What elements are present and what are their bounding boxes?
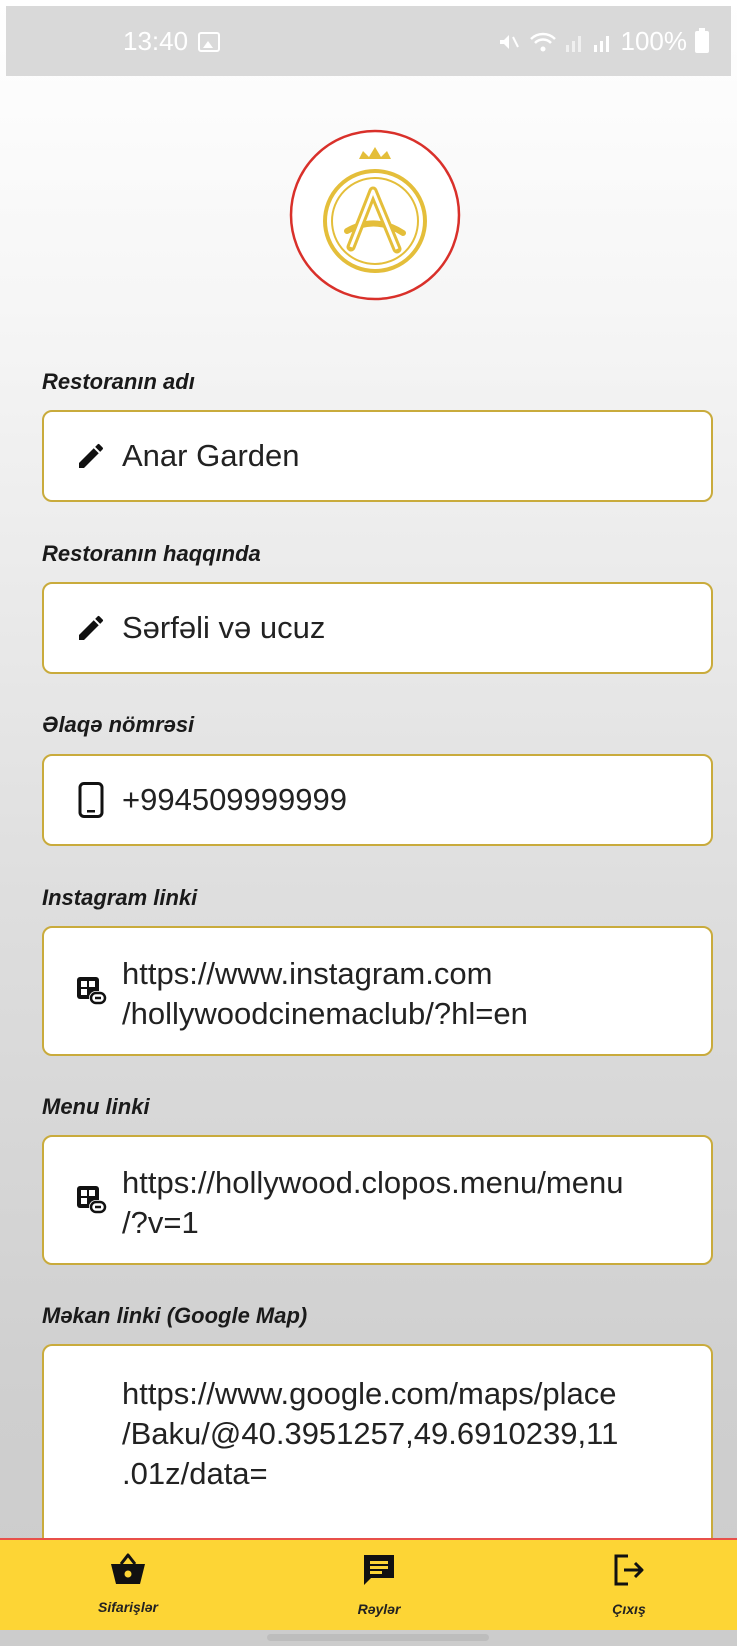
battery-percent: 100% <box>620 26 688 56</box>
nav-logout[interactable]: Çıxış <box>559 1552 699 1617</box>
status-time-group: 13:40 <box>123 26 221 57</box>
menu-line1: https://hollywood.clopos.menu/menu <box>122 1165 624 1200</box>
bottom-nav: Sifarişlər Rəylər Çıxış <box>0 1538 737 1630</box>
about-label: Restoranın haqqında <box>42 541 261 566</box>
restaurant-logo[interactable] <box>289 129 461 301</box>
wifi-icon <box>529 32 556 51</box>
signal-icon-2 <box>593 35 609 52</box>
pencil-icon <box>74 439 108 473</box>
map-value: https://www.google.com/maps/place /Baku/… <box>122 1374 618 1494</box>
phone-icon <box>74 782 108 818</box>
nav-orders-label: Sifarişlər <box>98 1599 158 1615</box>
link-icon <box>74 1183 108 1217</box>
nav-orders[interactable]: Sifarişlər <box>58 1552 198 1615</box>
pencil-icon <box>74 611 108 645</box>
map-line2: /Baku/@40.3951257,49.6910239,11 <box>122 1416 619 1451</box>
instagram-field[interactable]: https://www.instagram.com /hollywoodcine… <box>42 926 713 1056</box>
signal-icon <box>565 35 581 52</box>
gallery-icon <box>198 31 221 52</box>
home-indicator[interactable] <box>267 1634 489 1641</box>
instagram-line1: https://www.instagram.com <box>122 956 493 991</box>
menu-value: https://hollywood.clopos.menu/menu /?v=1 <box>122 1163 623 1243</box>
map-label: Məkan linki (Google Map) <box>42 1303 308 1328</box>
battery-icon <box>695 27 709 53</box>
instagram-line2: /hollywoodcinemaclub/?hl=en <box>122 996 528 1031</box>
nav-reviews-label: Rəylər <box>357 1601 401 1617</box>
map-line1: https://www.google.com/maps/place <box>122 1376 617 1411</box>
basket-icon <box>111 1553 145 1584</box>
phone-label: Əlaqə nömrəsi <box>42 712 195 737</box>
message-icon <box>364 1555 394 1585</box>
map-line3: .01z/data= <box>122 1456 268 1491</box>
status-time: 13:40 <box>123 26 189 56</box>
instagram-label: Instagram linki <box>42 885 198 910</box>
name-field[interactable]: Anar Garden <box>42 410 713 502</box>
logout-icon <box>614 1554 644 1586</box>
nav-reviews[interactable]: Rəylər <box>309 1552 449 1617</box>
menu-field[interactable]: https://hollywood.clopos.menu/menu /?v=1 <box>42 1135 713 1265</box>
nav-logout-label: Çıxış <box>612 1601 646 1617</box>
map-field[interactable]: https://www.google.com/maps/place /Baku/… <box>42 1344 713 1544</box>
about-field[interactable]: Sərfəli və ucuz <box>42 582 713 674</box>
status-bar: 13:40 100% <box>6 6 731 76</box>
mute-icon <box>499 34 519 49</box>
status-right-group: 100% <box>497 26 709 57</box>
name-value: Anar Garden <box>122 438 300 473</box>
phone-value: +994509999999 <box>122 782 347 817</box>
name-label: Restoranın adı <box>42 369 195 394</box>
link-icon <box>74 974 108 1008</box>
menu-line2: /?v=1 <box>122 1205 199 1240</box>
about-value: Sərfəli və ucuz <box>122 610 326 645</box>
menu-label: Menu linki <box>42 1094 150 1119</box>
instagram-value: https://www.instagram.com /hollywoodcine… <box>122 954 528 1034</box>
phone-field[interactable]: +994509999999 <box>42 754 713 846</box>
